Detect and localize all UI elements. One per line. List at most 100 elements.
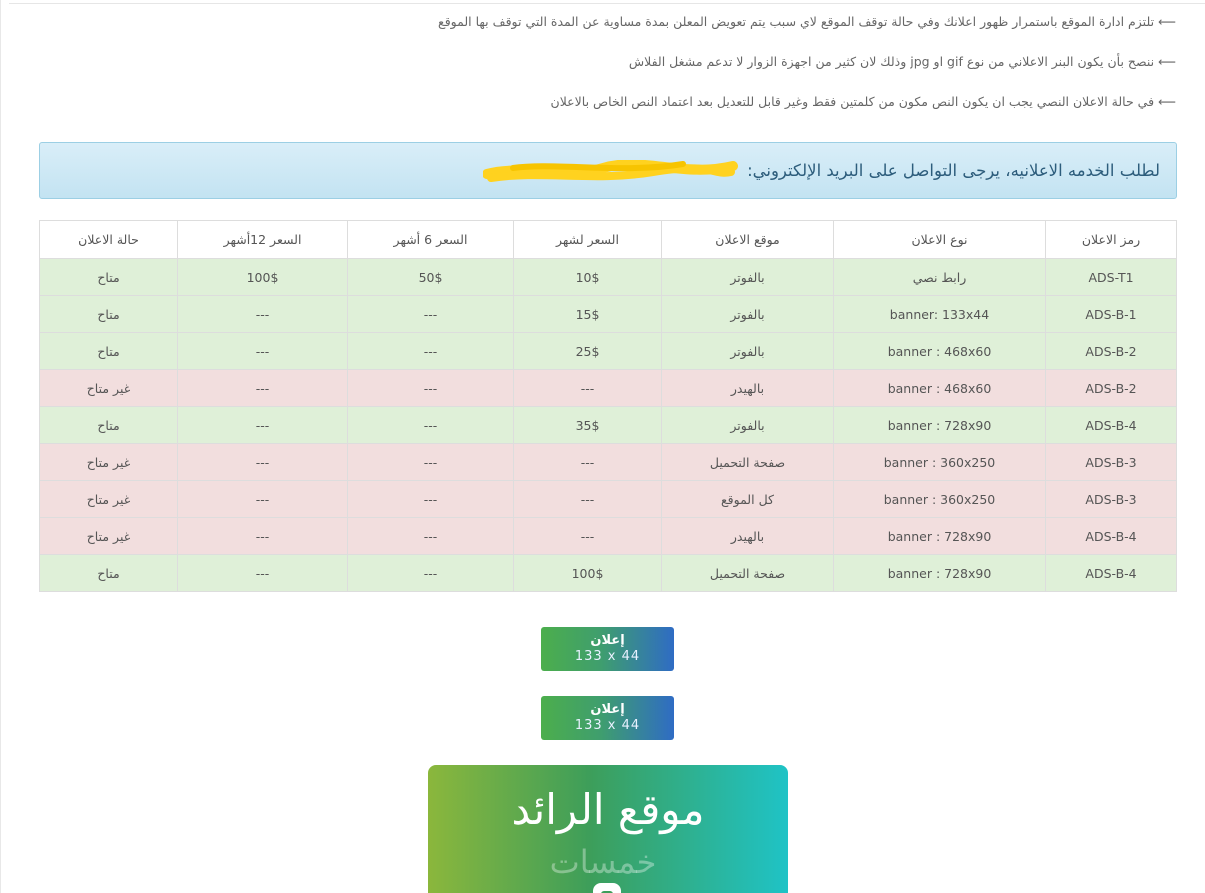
table-row: ADS-B-4 banner : 728x90 بالهيدر --- --- … (39, 517, 1177, 555)
cell-price-12-months: --- (177, 295, 348, 333)
cell-price-12-months: --- (177, 369, 348, 407)
cell-ad-code: ADS-B-2 (1045, 369, 1177, 407)
cell-ad-position: صفحة التحميل (661, 443, 834, 481)
cell-ad-status: متاح (39, 406, 178, 444)
cell-price-month: --- (513, 517, 662, 555)
table-row: ADS-B-3 banner : 360x250 كل الموقع --- -… (39, 480, 1177, 518)
ad-banner-size: 133 x 44 (574, 718, 641, 733)
cell-ad-type: banner : 728x90 (833, 406, 1046, 444)
note-item: ⟵تلتزم ادارة الموقع باستمرار ظهور اعلانك… (176, 12, 1176, 32)
cell-ad-code: ADS-B-2 (1045, 332, 1177, 370)
cell-price-12-months: --- (177, 332, 348, 370)
cell-ad-position: كل الموقع (661, 480, 834, 518)
ad-banner-133x44[interactable]: إعلان 133 x 44 (541, 696, 674, 740)
note-item: ⟵في حالة الاعلان النصي يجب ان يكون النص … (176, 92, 1176, 112)
cell-price-month: 10$ (513, 258, 662, 296)
cell-ad-position: بالفوتر (661, 295, 834, 333)
cell-ad-code: ADS-T1 (1045, 258, 1177, 296)
header-price-6-months: السعر 6 أشهر (347, 220, 514, 259)
cell-ad-type: banner : 728x90 (833, 517, 1046, 555)
cell-ad-type: banner : 360x250 (833, 480, 1046, 518)
cell-price-6-months: --- (347, 406, 514, 444)
alraed-promo-banner[interactable]: موقع الرائد خمسات (428, 765, 788, 893)
cell-ad-status: متاح (39, 554, 178, 592)
cell-price-6-months: --- (347, 480, 514, 518)
cell-ad-type: banner : 728x90 (833, 554, 1046, 592)
table-row: ADS-B-4 banner : 728x90 صفحة التحميل 100… (39, 554, 1177, 592)
redacted-email-scribble (482, 159, 738, 182)
cell-price-12-months: --- (177, 554, 348, 592)
ad-banner-133x44[interactable]: إعلان 133 x 44 (541, 627, 674, 671)
cell-price-month: --- (513, 369, 662, 407)
table-header-row: رمز الاعلان نوع الاعلان موقع الاعلان الس… (39, 220, 1177, 259)
cell-ad-type: رابط نصي (833, 258, 1046, 296)
table-row: ADS-B-1 banner: 133x44 بالفوتر 15$ --- -… (39, 295, 1177, 333)
cell-ad-status: غير متاح (39, 480, 178, 518)
cell-ad-position: بالفوتر (661, 406, 834, 444)
cell-ad-position: بالهيدر (661, 369, 834, 407)
cell-price-12-months: --- (177, 406, 348, 444)
cell-price-6-months: --- (347, 332, 514, 370)
table-row: ADS-B-2 banner : 468x60 بالهيدر --- --- … (39, 369, 1177, 407)
contact-alert-text: لطلب الخدمه الاعلانيه، يرجى التواصل على … (747, 161, 1160, 180)
note-text: ننصح بأن يكون البنر الاعلاني من نوع gif … (628, 54, 1155, 69)
contact-alert: لطلب الخدمه الاعلانيه، يرجى التواصل على … (39, 142, 1177, 199)
ad-banner-title: إعلان (590, 633, 625, 648)
cell-ad-code: ADS-B-4 (1045, 406, 1177, 444)
cell-ad-code: ADS-B-3 (1045, 480, 1177, 518)
cell-price-6-months: --- (347, 295, 514, 333)
cell-ad-status: غير متاح (39, 443, 178, 481)
notes-list: ⟵تلتزم ادارة الموقع باستمرار ظهور اعلانك… (176, 12, 1176, 132)
table-row: ADS-B-2 banner : 468x60 بالفوتر 25$ --- … (39, 332, 1177, 370)
cell-ad-status: غير متاح (39, 517, 178, 555)
cell-ad-code: ADS-B-4 (1045, 554, 1177, 592)
cell-price-month: 35$ (513, 406, 662, 444)
cell-ad-code: ADS-B-4 (1045, 517, 1177, 555)
cell-price-month: 25$ (513, 332, 662, 370)
khamsat-logo-icon (593, 883, 621, 893)
note-text: تلتزم ادارة الموقع باستمرار ظهور اعلانك … (438, 14, 1155, 29)
header-ad-type: نوع الاعلان (833, 220, 1046, 259)
cell-ad-position: بالهيدر (661, 517, 834, 555)
cell-price-6-months: --- (347, 554, 514, 592)
cell-ad-type: banner : 360x250 (833, 443, 1046, 481)
arrow-left-icon: ⟵ (1158, 54, 1176, 69)
note-item: ⟵ننصح بأن يكون البنر الاعلاني من نوع gif… (176, 52, 1176, 72)
header-price-12-months: السعر 12أشهر (177, 220, 348, 259)
ad-banner-title: إعلان (590, 702, 625, 717)
table-row: ADS-T1 رابط نصي بالفوتر 10$ 50$ 100$ متا… (39, 258, 1177, 296)
table-row: ADS-B-4 banner : 728x90 بالفوتر 35$ --- … (39, 406, 1177, 444)
cell-price-12-months: --- (177, 443, 348, 481)
header-price-month: السعر لشهر (513, 220, 662, 259)
cell-ad-type: banner : 468x60 (833, 369, 1046, 407)
page: ⟵تلتزم ادارة الموقع باستمرار ظهور اعلانك… (0, 0, 1205, 893)
cell-price-12-months: 100$ (177, 258, 348, 296)
promo-title: موقع الرائد (511, 785, 705, 834)
header-ad-code: رمز الاعلان (1045, 220, 1177, 259)
header-ad-status: حالة الاعلان (39, 220, 178, 259)
cell-price-12-months: --- (177, 480, 348, 518)
cell-price-month: --- (513, 480, 662, 518)
arrow-left-icon: ⟵ (1158, 94, 1176, 109)
cell-ad-type: banner : 468x60 (833, 332, 1046, 370)
cell-ad-status: غير متاح (39, 369, 178, 407)
arrow-left-icon: ⟵ (1158, 14, 1176, 29)
cell-ad-type: banner: 133x44 (833, 295, 1046, 333)
cell-price-month: 15$ (513, 295, 662, 333)
note-text: في حالة الاعلان النصي يجب ان يكون النص م… (550, 94, 1155, 109)
header-ad-position: موقع الاعلان (661, 220, 834, 259)
cell-price-month: 100$ (513, 554, 662, 592)
cell-ad-status: متاح (39, 295, 178, 333)
table-row: ADS-B-3 banner : 360x250 صفحة التحميل --… (39, 443, 1177, 481)
cell-ad-status: متاح (39, 258, 178, 296)
ads-pricing-table: رمز الاعلان نوع الاعلان موقع الاعلان الس… (39, 220, 1177, 592)
ad-banner-size: 133 x 44 (574, 649, 641, 664)
cell-price-6-months: --- (347, 443, 514, 481)
cell-ad-position: بالفوتر (661, 258, 834, 296)
cell-ad-position: صفحة التحميل (661, 554, 834, 592)
cell-ad-code: ADS-B-3 (1045, 443, 1177, 481)
cell-price-month: --- (513, 443, 662, 481)
cell-ad-code: ADS-B-1 (1045, 295, 1177, 333)
cell-price-6-months: --- (347, 517, 514, 555)
cell-price-12-months: --- (177, 517, 348, 555)
